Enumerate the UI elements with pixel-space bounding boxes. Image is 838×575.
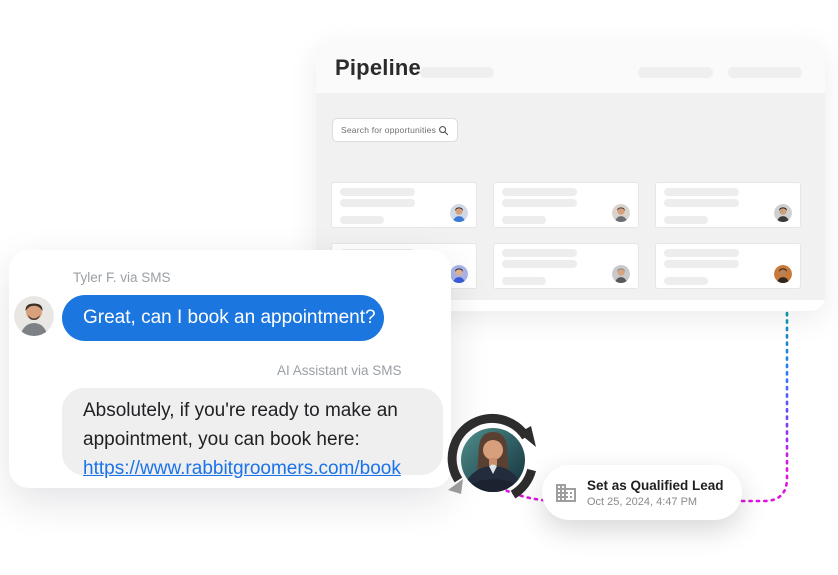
contact-avatar	[774, 204, 792, 222]
booking-link[interactable]: https://www.rabbitgroomers.com/book	[83, 458, 401, 479]
opportunity-card[interactable]	[331, 182, 477, 228]
pipeline-title: Pipeline	[335, 55, 421, 80]
skeleton-line	[664, 277, 708, 285]
ai-message-line2: appointment, you can book here:	[83, 429, 360, 450]
skeleton-line	[340, 188, 415, 196]
skeleton-line	[664, 260, 739, 268]
skeleton-line	[664, 249, 739, 257]
search-placeholder: Search for opportunities	[341, 125, 437, 135]
contact-avatar	[774, 265, 792, 283]
contact-avatar	[450, 265, 468, 283]
search-icon	[439, 125, 449, 135]
lead-agent-avatar	[443, 400, 543, 502]
contact-avatar	[612, 265, 630, 283]
contact-avatar	[450, 204, 468, 222]
contact-label: Tyler F. via SMS	[73, 270, 171, 285]
opportunity-card[interactable]	[655, 243, 801, 289]
agent-photo	[461, 428, 525, 492]
header-placeholder	[420, 67, 494, 78]
skeleton-line	[502, 260, 577, 268]
inbound-message-bubble: Great, can I book an appointment?	[62, 295, 384, 341]
header-action-placeholder[interactable]	[638, 67, 713, 78]
skeleton-line	[502, 188, 577, 196]
building-icon	[556, 483, 576, 502]
opportunity-card[interactable]	[493, 182, 639, 228]
skeleton-line	[664, 216, 708, 224]
stage: Search for opportunities Pipeline Tyler …	[0, 0, 838, 575]
skeleton-line	[502, 277, 546, 285]
search-input[interactable]: Search for opportunities	[332, 118, 458, 142]
sms-conversation-card: Tyler F. via SMS Great, can I book an ap…	[9, 250, 451, 488]
skeleton-line	[664, 199, 739, 207]
inbound-message-text: Great, can I book an appointment?	[83, 307, 376, 328]
ai-assistant-label: AI Assistant via SMS	[277, 363, 402, 378]
ai-message-line1: Absolutely, if you're ready to make an	[83, 400, 398, 421]
skeleton-line	[340, 199, 415, 207]
chip-timestamp: Oct 25, 2024, 4:47 PM	[587, 495, 698, 508]
skeleton-line	[502, 199, 577, 207]
customer-avatar	[14, 296, 54, 336]
ai-message-bubble: Absolutely, if you're ready to make an a…	[62, 388, 443, 479]
skeleton-line	[340, 216, 384, 224]
skeleton-line	[664, 188, 739, 196]
header-action-placeholder[interactable]	[728, 67, 802, 78]
opportunity-card[interactable]	[655, 182, 801, 228]
pipeline-header: Pipeline	[316, 41, 825, 93]
chip-title: Set as Qualified Lead	[587, 477, 724, 493]
skeleton-line	[502, 249, 577, 257]
contact-avatar	[612, 204, 630, 222]
skeleton-line	[502, 216, 546, 224]
opportunity-card[interactable]	[493, 243, 639, 289]
set-qualified-lead-chip[interactable]: Set as Qualified Lead Oct 25, 2024, 4:47…	[542, 465, 742, 520]
